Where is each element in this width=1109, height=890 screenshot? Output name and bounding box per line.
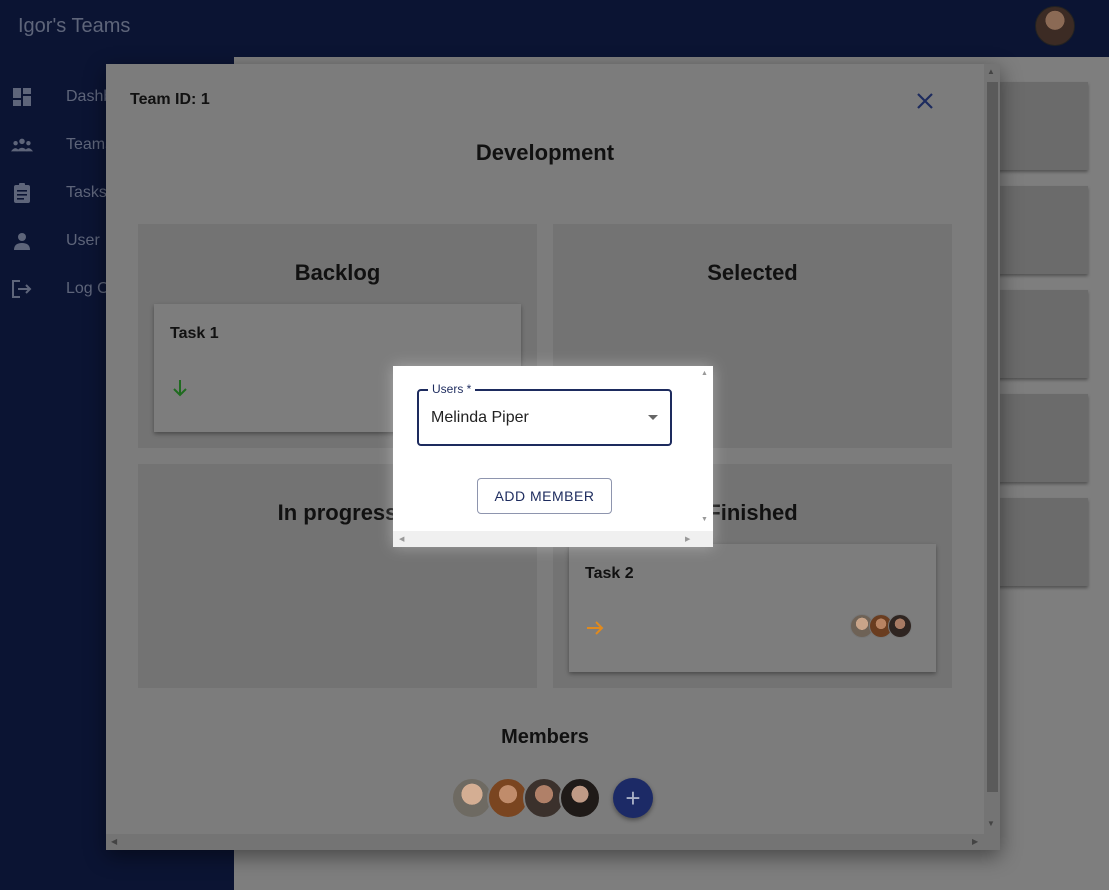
add-member-dialog: Users * Melinda Piper ADD MEMBER ▲ ▼ ◀ ▶ <box>393 366 713 547</box>
modal-horizontal-scrollbar[interactable]: ◀ ▶ <box>106 834 1000 850</box>
team-card[interactable] <box>995 82 1088 170</box>
scroll-up-icon[interactable]: ▲ <box>701 370 708 377</box>
scroll-right-icon[interactable]: ▶ <box>685 535 690 543</box>
team-card[interactable] <box>995 394 1088 482</box>
logout-icon <box>11 278 33 300</box>
scroll-left-icon[interactable]: ◀ <box>111 837 117 846</box>
sidebar-item-label: User <box>66 232 100 249</box>
scroll-up-icon[interactable]: ▲ <box>987 67 995 76</box>
person-icon <box>11 230 33 252</box>
close-button[interactable] <box>912 88 938 114</box>
plus-icon: + <box>625 782 641 813</box>
modal-vertical-scrollbar[interactable]: ▲ ▼ <box>984 64 1000 834</box>
users-select[interactable]: Users * Melinda Piper <box>417 382 672 446</box>
add-member-button[interactable]: ADD MEMBER <box>477 478 612 514</box>
people-icon <box>11 134 33 156</box>
task-title: Task 1 <box>170 325 219 342</box>
arrow-down-icon <box>173 380 187 397</box>
scroll-right-icon[interactable]: ▶ <box>972 837 978 846</box>
app-title: Igor's Teams <box>18 15 131 37</box>
sidebar-item-label: Tasks <box>66 184 107 201</box>
team-card[interactable] <box>995 498 1088 586</box>
users-field-label: Users * <box>428 382 476 396</box>
close-icon <box>917 93 933 109</box>
column-title: Selected <box>707 260 798 285</box>
scroll-down-icon[interactable]: ▼ <box>987 819 995 828</box>
dialog-horizontal-scrollbar[interactable]: ◀ ▶ <box>393 531 713 547</box>
clipboard-icon <box>11 182 33 204</box>
avatar <box>888 614 912 638</box>
task-title: Task 2 <box>585 565 634 582</box>
team-card[interactable] <box>995 290 1088 378</box>
scroll-left-icon[interactable]: ◀ <box>399 535 404 543</box>
app-bar: Igor's Teams <box>0 0 1109 57</box>
dialog-vertical-scrollbar[interactable]: ▲ ▼ <box>697 366 713 531</box>
dashboard-icon <box>11 86 33 108</box>
arrow-right-icon <box>587 621 604 635</box>
members-title: Members <box>501 726 589 748</box>
team-name: Development <box>475 140 615 165</box>
scroll-down-icon[interactable]: ▼ <box>701 516 708 523</box>
users-selected-value: Melinda Piper <box>431 409 529 426</box>
avatar[interactable] <box>559 777 601 819</box>
team-id-label: Team ID: 1 <box>130 91 210 108</box>
members-list: + <box>451 777 653 819</box>
task-card[interactable]: Task 2 <box>569 544 936 672</box>
add-member-fab[interactable]: + <box>613 778 653 818</box>
team-card[interactable] <box>995 186 1088 274</box>
scrollbar-thumb[interactable] <box>987 82 998 792</box>
column-title: Backlog <box>294 260 381 285</box>
user-avatar[interactable] <box>1035 6 1075 46</box>
task-assignees <box>850 614 912 638</box>
chevron-down-icon[interactable] <box>648 415 658 420</box>
